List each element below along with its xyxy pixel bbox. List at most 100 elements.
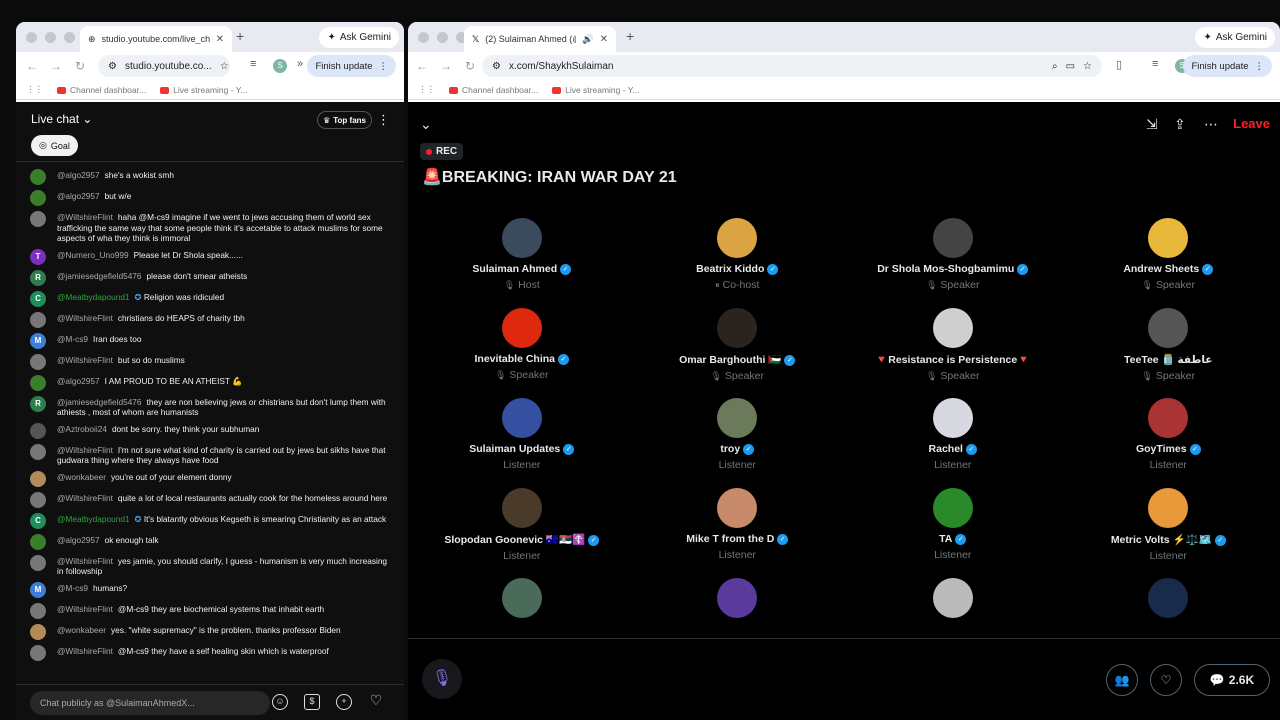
- chat-message[interactable]: @wonkabeer you're out of your element don…: [16, 468, 404, 489]
- participant-avatar[interactable]: [932, 308, 973, 348]
- avatar[interactable]: [30, 169, 46, 185]
- avatar[interactable]: [30, 374, 46, 391]
- message-author[interactable]: @M-cs9: [57, 334, 88, 344]
- more-options-icon[interactable]: ⋯: [1204, 116, 1218, 133]
- bookmark-item[interactable]: Channel dashboar...: [449, 85, 538, 95]
- participant[interactable]: Metric Volts ⚡️⚖️🗺️ ✓ Listener: [1061, 488, 1277, 578]
- participant-avatar[interactable]: [932, 488, 973, 528]
- chat-message[interactable]: @algo2957 but w/e: [16, 187, 404, 208]
- star-icon[interactable]: ☆: [1083, 61, 1092, 72]
- participant[interactable]: TA ✓ Listener: [845, 488, 1061, 578]
- extensions-chevron-icon[interactable]: »: [297, 58, 303, 70]
- sidebar-icon[interactable]: ▯: [1116, 58, 1122, 71]
- participant-avatar[interactable]: [1148, 578, 1189, 618]
- chat-message[interactable]: @WiltshireFlint christians do HEAPS of ch…: [16, 309, 404, 330]
- address-bar[interactable]: ⚙ studio.youtube.co... ☆: [98, 55, 230, 77]
- new-tab-button[interactable]: +: [236, 28, 244, 44]
- forward-icon[interactable]: →: [434, 59, 458, 73]
- chat-message[interactable]: @algo2957 she's a wokist smh: [16, 166, 404, 187]
- chat-menu-icon[interactable]: ⋮: [377, 112, 390, 128]
- browser-tab[interactable]: ⊕ studio.youtube.com/live_chat ✕: [80, 26, 232, 52]
- message-author[interactable]: @WiltshireFlint: [57, 604, 113, 614]
- super-chat-icon[interactable]: $: [304, 694, 320, 710]
- leave-button[interactable]: Leave: [1233, 116, 1270, 131]
- reading-list-icon[interactable]: ≡: [250, 58, 256, 70]
- chat-message-list[interactable]: @algo2957 she's a wokist smh @algo2957 but …: [16, 166, 404, 694]
- browser-tab[interactable]: 𝕏 (2) Sulaiman Ahmed (@S 🔊 ✕: [464, 26, 616, 52]
- chat-message[interactable]: @algo2957 I AM PROUD TO BE AN ATHEIST 💪: [16, 372, 404, 393]
- message-author[interactable]: @Meatbydapound1: [57, 292, 130, 302]
- window-controls[interactable]: [418, 32, 467, 43]
- participant-avatar[interactable]: [717, 308, 758, 348]
- avatar[interactable]: C: [30, 512, 46, 529]
- message-author[interactable]: @Meatbydapound1: [57, 514, 130, 524]
- participant[interactable]: Omar Barghouthi 🇵🇸 ✓ 🎙 Speaker: [630, 308, 846, 398]
- message-author[interactable]: @WiltshireFlint: [57, 646, 113, 656]
- chat-title-dropdown[interactable]: Live chat ⌄: [31, 112, 92, 126]
- avatar[interactable]: M: [30, 581, 46, 598]
- chat-message[interactable]: M @M-cs9 Iran does too: [16, 330, 404, 351]
- avatar[interactable]: [30, 554, 46, 571]
- star-icon[interactable]: ☆: [220, 61, 229, 72]
- address-bar[interactable]: ⚙ x.com/ShaykhSulaiman ⌕ ▭ ☆: [482, 55, 1102, 77]
- bookmark-item[interactable]: Live streaming - Y...: [552, 85, 639, 95]
- chat-message[interactable]: T @Numero_Uno999 Please let Dr Shola speak…: [16, 246, 404, 267]
- participant-avatar[interactable]: [501, 398, 542, 438]
- participant[interactable]: Rachel ✓ Listener: [845, 398, 1061, 488]
- participant-avatar[interactable]: [932, 218, 973, 258]
- participant-avatar[interactable]: [717, 218, 758, 258]
- avatar[interactable]: R: [30, 269, 46, 286]
- participant-avatar[interactable]: [932, 578, 973, 618]
- chat-input[interactable]: Chat publicly as @SulaimanAhmedX...: [30, 691, 270, 715]
- comments-button[interactable]: 💬 2.6K: [1194, 664, 1270, 696]
- add-icon[interactable]: +: [336, 694, 352, 710]
- participant[interactable]: Sulaiman Ahmed ✓ 🎙 Host: [414, 218, 630, 308]
- chat-message[interactable]: @WiltshireFlint but so do muslims: [16, 351, 404, 372]
- avatar[interactable]: [30, 311, 46, 328]
- participant[interactable]: Sulaiman Updates ✓ Listener: [414, 398, 630, 488]
- participant-avatar[interactable]: [501, 308, 542, 348]
- participant-avatar[interactable]: [717, 578, 758, 618]
- participant-avatar[interactable]: [1148, 218, 1189, 258]
- dock-icon[interactable]: ⇲: [1146, 116, 1158, 133]
- message-author[interactable]: @Numero_Uno999: [57, 250, 129, 260]
- back-icon[interactable]: ←: [20, 59, 44, 73]
- chat-message[interactable]: @wonkabeer yes. "white supremacy" is the …: [16, 621, 404, 642]
- top-fans-button[interactable]: ♛ Top fans: [317, 111, 372, 129]
- avatar[interactable]: R: [30, 395, 46, 412]
- participant-avatar[interactable]: [932, 398, 973, 438]
- participant[interactable]: TeeTee 🫙 عاطفة 🎙 Speaker: [1061, 308, 1277, 398]
- avatar[interactable]: [30, 422, 46, 439]
- participant-avatar[interactable]: [501, 488, 542, 528]
- chat-message[interactable]: @WiltshireFlint I'm not sure what kind of…: [16, 441, 404, 468]
- bookmark-item[interactable]: Channel dashboar...: [57, 85, 146, 95]
- chat-message[interactable]: R @jamiesedgefield5476 they are non believ…: [16, 393, 404, 420]
- participant-avatar[interactable]: [501, 218, 542, 258]
- avatar[interactable]: [30, 644, 46, 661]
- avatar[interactable]: M: [30, 332, 46, 349]
- avatar[interactable]: [30, 491, 46, 508]
- chat-message[interactable]: @WiltshireFlint quite a lot of local rest…: [16, 489, 404, 510]
- new-tab-button[interactable]: +: [626, 28, 634, 44]
- participant[interactable]: Beatrix Kiddo ✓ ⏸ Co-host: [630, 218, 846, 308]
- participant-avatar[interactable]: [717, 488, 758, 528]
- emoji-icon[interactable]: ☺: [272, 694, 288, 710]
- avatar[interactable]: C: [30, 290, 46, 307]
- back-icon[interactable]: ←: [410, 59, 434, 73]
- ask-gemini-button[interactable]: ✦ Ask Gemini: [1195, 27, 1275, 48]
- chat-message[interactable]: C @Meatbydapound1 ✪ It's blatantly obvious…: [16, 510, 404, 531]
- reload-icon[interactable]: ↻: [68, 59, 92, 73]
- message-author[interactable]: @algo2957: [57, 535, 100, 545]
- ask-gemini-button[interactable]: ✦ Ask Gemini: [319, 27, 399, 48]
- avatar[interactable]: [30, 623, 46, 640]
- participant[interactable]: Andrew Sheets ✓ 🎙 Speaker: [1061, 218, 1277, 308]
- reading-list-icon[interactable]: ≡: [1152, 58, 1158, 70]
- cast-icon[interactable]: ▭: [1066, 61, 1075, 72]
- avatar[interactable]: [30, 443, 46, 460]
- avatar[interactable]: [30, 602, 46, 619]
- participant-avatar[interactable]: [501, 578, 542, 618]
- apps-grid-icon[interactable]: ⋮⋮: [26, 84, 43, 95]
- share-icon[interactable]: ⇪: [1174, 116, 1186, 133]
- participant[interactable]: troy ✓ Listener: [630, 398, 846, 488]
- finish-update-button[interactable]: Finish update ⋮: [307, 55, 396, 77]
